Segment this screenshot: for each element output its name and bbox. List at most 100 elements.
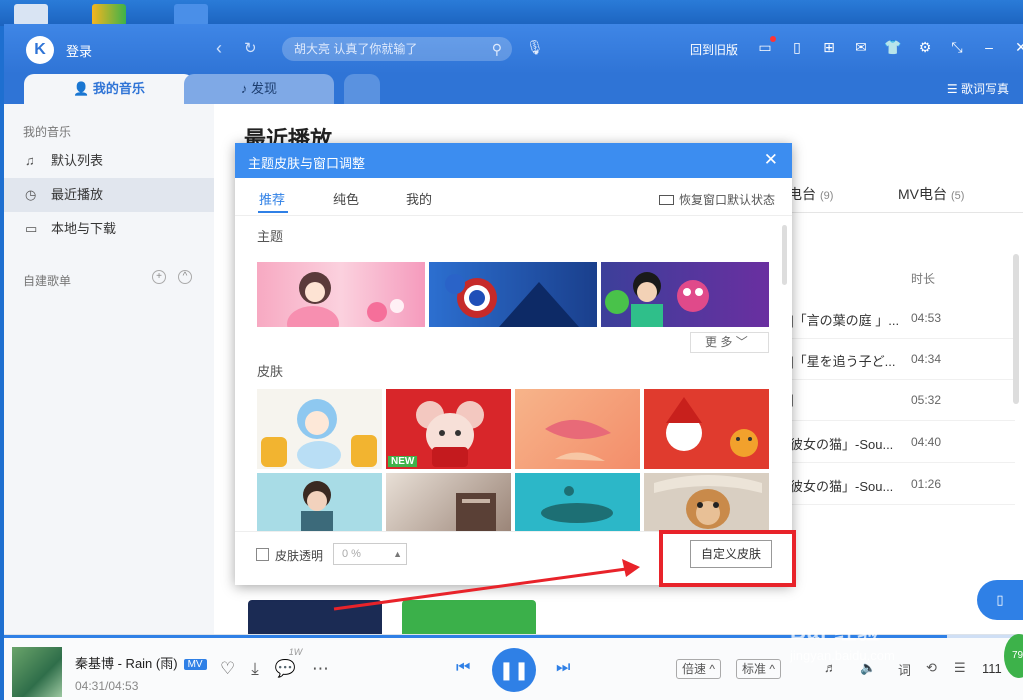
loop-icon[interactable]: ⟲ bbox=[926, 660, 937, 676]
skin-thumbnail[interactable] bbox=[257, 473, 382, 531]
lyrics-toggle-icon[interactable]: 词 bbox=[898, 660, 911, 679]
more-icon[interactable]: ⋯ bbox=[312, 659, 329, 679]
settings-gear-icon[interactable]: ⚙ bbox=[916, 38, 934, 56]
theme-art bbox=[287, 272, 404, 327]
theme-thumbnail[interactable] bbox=[601, 262, 769, 327]
theme-thumbnail[interactable] bbox=[429, 262, 597, 327]
message-icon[interactable]: ▭ bbox=[756, 36, 776, 56]
song-duration: 05:32 bbox=[911, 393, 942, 407]
add-playlist-icon[interactable]: + bbox=[152, 270, 166, 284]
skin-art bbox=[545, 419, 611, 461]
tab-my-music[interactable]: 👤 我的音乐 bbox=[24, 74, 194, 104]
dialog-close-icon[interactable]: ✕ bbox=[764, 150, 778, 170]
skin-thumbnail[interactable] bbox=[644, 389, 769, 469]
tab-discover[interactable]: ♪ 发现 bbox=[184, 74, 334, 104]
minimize-icon[interactable]: – bbox=[980, 38, 998, 56]
song-duration: 04:40 bbox=[911, 435, 942, 449]
quality-button[interactable]: 标准 ^ bbox=[736, 659, 781, 679]
dialog-scrollbar[interactable] bbox=[782, 225, 787, 285]
sidebar: 我的音乐 ♫ 默认列表 ◷ 最近播放 ▭ 本地与下载 自建歌单 + ^ bbox=[4, 104, 214, 654]
lyrics-photo-button[interactable]: ☰ 歌词写真 bbox=[947, 80, 1009, 97]
table-row[interactable]: ]「星を追う子ど... 04:34 bbox=[790, 339, 1015, 380]
skin-art bbox=[654, 475, 762, 529]
next-track-icon[interactable]: ⏭ bbox=[556, 659, 570, 677]
download-icon[interactable]: ⤓ bbox=[251, 659, 259, 679]
tab-mv-radio[interactable]: MV电台 (5) bbox=[898, 184, 964, 204]
content-scrollbar[interactable] bbox=[1013, 254, 1019, 404]
mini-mode-icon[interactable]: ⤡ bbox=[948, 38, 966, 56]
theme-thumbnail[interactable] bbox=[257, 262, 425, 327]
phone-icon: ▯ bbox=[996, 592, 1004, 607]
skin-art bbox=[261, 399, 377, 469]
tab-mine[interactable]: 我的 bbox=[406, 189, 432, 208]
search-icon[interactable]: ⚲ bbox=[492, 37, 502, 61]
skin-transparent-checkbox[interactable] bbox=[256, 548, 269, 561]
watermark-logo: Bai 经验 bbox=[790, 619, 881, 644]
sidebar-item-local-download[interactable]: ▭ 本地与下载 bbox=[4, 212, 214, 246]
dialog-divider bbox=[235, 215, 792, 216]
tab-solid-color[interactable]: 纯色 bbox=[333, 189, 359, 208]
more-label: 更 多 bbox=[705, 335, 733, 349]
comment-icon[interactable]: 💬 1W bbox=[275, 647, 303, 679]
section-skin: 皮肤 bbox=[257, 364, 284, 379]
tab-mv-label: MV电台 bbox=[898, 186, 947, 202]
desktop-app-icon[interactable] bbox=[174, 4, 208, 26]
song-title: 彼女の猫」-Sou... bbox=[790, 479, 894, 494]
pause-button[interactable]: ❚❚ bbox=[492, 648, 536, 692]
skin-thumbnail[interactable] bbox=[515, 389, 640, 469]
monitor-icon: ▭ bbox=[25, 221, 38, 236]
collapse-icon[interactable]: ^ bbox=[178, 270, 192, 284]
apps-grid-icon[interactable]: ⊞ bbox=[820, 38, 838, 56]
close-icon[interactable]: ✕ bbox=[1012, 38, 1023, 56]
skin-shirt-icon[interactable]: 👕 bbox=[884, 38, 902, 56]
voice-search-icon[interactable]: 🎙 bbox=[526, 39, 544, 56]
annotation-arrow bbox=[333, 559, 640, 611]
sidebar-item-recent[interactable]: ◷ 最近播放 bbox=[4, 178, 214, 212]
skin-thumbnail[interactable] bbox=[257, 389, 382, 469]
phone-icon[interactable]: ▯ bbox=[788, 38, 806, 56]
music-note-icon: ♪ bbox=[240, 81, 248, 96]
tab-radio[interactable]: 电台 (9) bbox=[788, 186, 833, 202]
speed-button[interactable]: 倍速 ^ bbox=[676, 659, 721, 679]
more-themes-button[interactable]: 更 多 ﹀ bbox=[690, 332, 769, 353]
tab-recommend[interactable]: 推荐 bbox=[259, 189, 285, 208]
table-row[interactable]: ]「言の葉の庭 」... 04:53 bbox=[790, 298, 1015, 339]
mv-badge[interactable]: MV bbox=[183, 659, 207, 671]
sidebar-section-custom-playlists: 自建歌单 + ^ bbox=[4, 246, 214, 289]
lyrics-label: 歌词写真 bbox=[960, 82, 1009, 96]
playlist-queue-icon[interactable]: ☰ bbox=[954, 660, 966, 676]
mail-icon[interactable]: ✉ bbox=[852, 38, 870, 56]
now-playing-title[interactable]: 秦基博 - Rain (雨) MV bbox=[75, 653, 207, 672]
skin-thumbnail[interactable] bbox=[386, 473, 511, 531]
song-title: ]「星を追う子ど... bbox=[790, 354, 896, 369]
skin-thumbnail[interactable]: NEW bbox=[386, 389, 511, 469]
table-row[interactable]: 彼女の猫」-Sou... 04:40 bbox=[790, 422, 1015, 463]
skin-thumbnail[interactable] bbox=[515, 473, 640, 531]
chevron-down-icon: ﹀ bbox=[735, 335, 748, 349]
skin-art bbox=[541, 486, 613, 523]
table-row[interactable]: ] 05:32 bbox=[790, 380, 1015, 421]
tab-discover-label: 发现 bbox=[251, 81, 278, 96]
table-row[interactable]: 彼女の猫」-Sou... 01:26 bbox=[790, 464, 1015, 505]
login-link[interactable]: 登录 bbox=[66, 41, 92, 60]
restore-window-button[interactable]: 恢复窗口默认状态 bbox=[659, 191, 775, 208]
skin-thumbnail[interactable] bbox=[644, 473, 769, 531]
floating-phone-button[interactable]: ▯ bbox=[977, 580, 1023, 620]
search-placeholder: 胡大亮 认真了你就输了 bbox=[294, 42, 418, 56]
refresh-icon[interactable]: ↻ bbox=[244, 39, 257, 57]
window-icon bbox=[659, 195, 674, 205]
heart-icon[interactable]: ♡ bbox=[220, 659, 235, 679]
back-old-version-link[interactable]: 回到旧版 bbox=[690, 41, 738, 58]
search-input[interactable]: 胡大亮 认真了你就输了 ⚲ bbox=[282, 37, 512, 61]
desktop-app-icon[interactable] bbox=[14, 4, 48, 26]
desktop-app-icon[interactable] bbox=[92, 4, 126, 26]
skin-art bbox=[456, 493, 496, 531]
app-logo: K bbox=[26, 36, 54, 64]
tab-extra[interactable] bbox=[344, 74, 380, 104]
sidebar-item-default-list[interactable]: ♫ 默认列表 bbox=[4, 144, 214, 178]
album-cover[interactable] bbox=[12, 647, 62, 697]
theme-art bbox=[605, 272, 709, 327]
previous-track-icon[interactable]: ⏮ bbox=[456, 659, 470, 677]
back-arrow-icon[interactable]: ‹ bbox=[216, 38, 222, 59]
playlist-icon: ♫ bbox=[25, 153, 35, 168]
